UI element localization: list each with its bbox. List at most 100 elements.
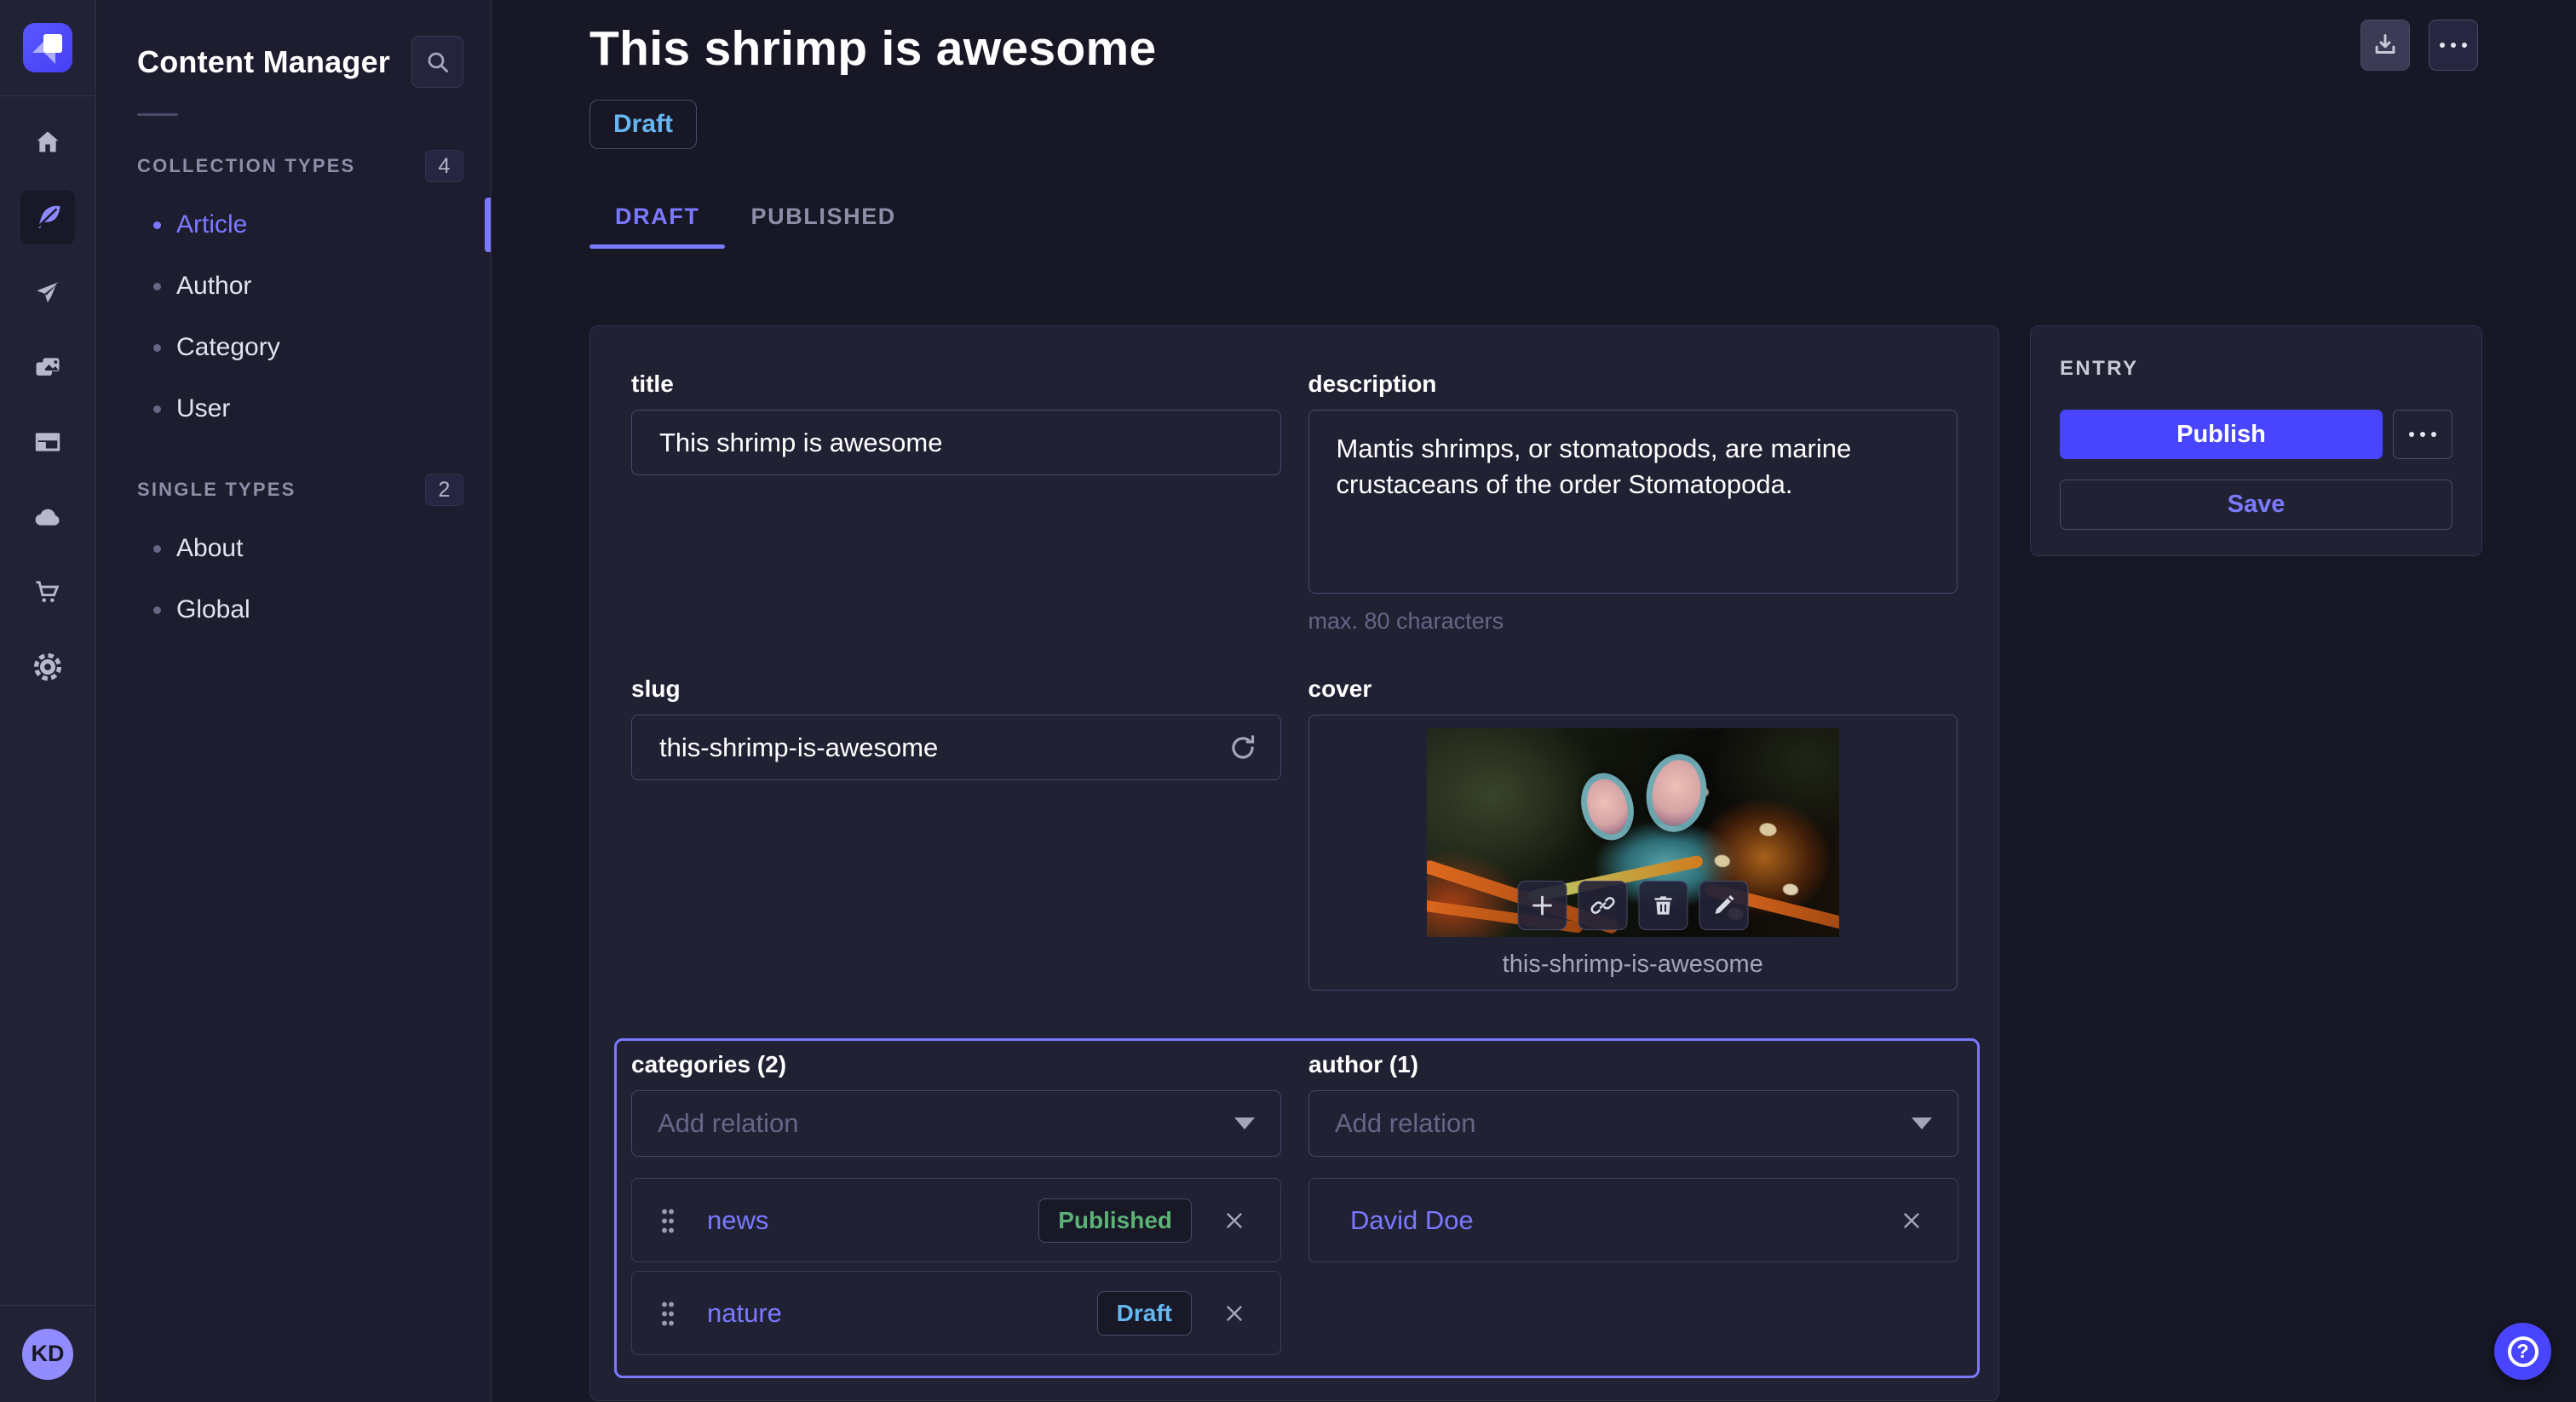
relation-item-nature: nature Draft bbox=[631, 1271, 1281, 1355]
sidebar-item-category[interactable]: Category bbox=[97, 317, 491, 378]
images-icon bbox=[33, 353, 62, 382]
sidebar-item-label: Global bbox=[176, 595, 250, 624]
categories-label: categories (2) bbox=[631, 1051, 1281, 1078]
single-types-count: 2 bbox=[425, 474, 463, 506]
nav-content-type-builder[interactable] bbox=[20, 415, 75, 469]
field-cover: cover bbox=[1308, 675, 1958, 991]
copy-link-button[interactable] bbox=[1578, 881, 1627, 930]
sidebar-item-label: Category bbox=[176, 333, 280, 362]
layout-icon bbox=[33, 428, 62, 457]
bullet-icon bbox=[153, 545, 161, 553]
nav-media-library[interactable] bbox=[20, 340, 75, 394]
avatar[interactable]: KD bbox=[22, 1329, 73, 1380]
search-button[interactable] bbox=[411, 36, 463, 88]
slug-input[interactable] bbox=[631, 715, 1281, 780]
cloud-icon bbox=[32, 502, 63, 532]
description-textarea[interactable]: Mantis shrimps, or stomatopods, are mari… bbox=[1308, 410, 1958, 594]
author-label: author (1) bbox=[1308, 1051, 1958, 1078]
title-input[interactable] bbox=[631, 410, 1281, 475]
author-relation-select[interactable]: Add relation bbox=[1308, 1090, 1958, 1157]
cover-image bbox=[1427, 728, 1839, 937]
section-single-types: SINGLE TYPES bbox=[137, 479, 296, 501]
tab-published[interactable]: PUBLISHED bbox=[725, 204, 921, 249]
add-icon bbox=[1529, 893, 1555, 918]
field-categories: categories (2) Add relation news Publish… bbox=[631, 1051, 1281, 1355]
add-media-button[interactable] bbox=[1517, 881, 1567, 930]
nav-cloud[interactable] bbox=[20, 490, 75, 544]
nav-home[interactable] bbox=[20, 115, 75, 170]
nav-marketplace[interactable] bbox=[20, 565, 75, 619]
feather-icon bbox=[32, 202, 63, 233]
sidebar-item-label: About bbox=[176, 534, 243, 563]
version-tabs: DRAFT PUBLISHED bbox=[589, 204, 2576, 249]
sidebar-item-author[interactable]: Author bbox=[97, 256, 491, 317]
home-icon bbox=[33, 128, 62, 157]
remove-relation-button[interactable] bbox=[1217, 1204, 1251, 1238]
edit-media-button[interactable] bbox=[1699, 881, 1748, 930]
chevron-down-icon bbox=[1234, 1118, 1255, 1129]
strapi-logo[interactable] bbox=[23, 23, 72, 72]
drag-handle-icon[interactable] bbox=[661, 1207, 675, 1234]
relations-highlight-group: categories (2) Add relation news Publish… bbox=[614, 1038, 1980, 1378]
sidebar-item-label: Author bbox=[176, 272, 251, 301]
tab-draft[interactable]: DRAFT bbox=[589, 204, 725, 249]
sidebar-divider bbox=[137, 113, 178, 116]
entry-panel: ENTRY Publish Save bbox=[2030, 325, 2482, 556]
question-glyph: ? bbox=[2516, 1342, 2528, 1361]
download-button[interactable] bbox=[2360, 20, 2410, 71]
relation-status-badge: Published bbox=[1038, 1198, 1192, 1243]
field-slug: slug bbox=[631, 675, 1281, 991]
more-options-button[interactable] bbox=[2429, 20, 2478, 71]
edit-form-panel: title description Mantis shrimps, or sto… bbox=[589, 325, 1999, 1401]
sidebar-item-global[interactable]: Global bbox=[97, 579, 491, 641]
description-hint: max. 80 characters bbox=[1308, 608, 1958, 635]
sidebar-item-article[interactable]: Article bbox=[97, 194, 491, 256]
relation-link[interactable]: David Doe bbox=[1350, 1205, 1895, 1236]
relation-item-news: news Published bbox=[631, 1178, 1281, 1262]
entry-more-button[interactable] bbox=[2393, 410, 2452, 459]
cover-field-box: this-shrimp-is-awesome bbox=[1308, 715, 1958, 991]
relation-status-badge: Draft bbox=[1097, 1291, 1192, 1336]
save-button[interactable]: Save bbox=[2060, 480, 2452, 530]
sidebar-item-label: Article bbox=[176, 210, 247, 239]
sidebar-item-label: User bbox=[176, 394, 230, 423]
delete-media-button[interactable] bbox=[1638, 881, 1688, 930]
slug-label: slug bbox=[631, 675, 1281, 703]
bullet-icon bbox=[153, 405, 161, 413]
cover-filename: this-shrimp-is-awesome bbox=[1503, 951, 1763, 979]
sidebar-item-user[interactable]: User bbox=[97, 378, 491, 440]
select-placeholder: Add relation bbox=[1335, 1108, 1475, 1139]
nav-releases[interactable] bbox=[20, 265, 75, 319]
page-title: This shrimp is awesome bbox=[589, 20, 2576, 77]
nav-content-manager[interactable] bbox=[20, 190, 75, 244]
field-title: title bbox=[631, 371, 1281, 635]
relation-item-david-doe: David Doe bbox=[1308, 1178, 1958, 1262]
field-author: author (1) Add relation David Doe bbox=[1308, 1051, 1958, 1355]
regenerate-icon[interactable] bbox=[1225, 730, 1261, 766]
nav-settings[interactable] bbox=[20, 640, 75, 694]
sidebar-title: Content Manager bbox=[137, 44, 390, 80]
sidebar-item-about[interactable]: About bbox=[97, 518, 491, 579]
download-icon bbox=[2371, 31, 2400, 60]
remove-relation-button[interactable] bbox=[1895, 1204, 1929, 1238]
main-nav-rail: KD bbox=[0, 0, 96, 1402]
active-indicator bbox=[485, 198, 491, 252]
bullet-icon bbox=[153, 283, 161, 290]
categories-relation-select[interactable]: Add relation bbox=[631, 1090, 1281, 1157]
relation-link[interactable]: news bbox=[707, 1205, 1038, 1236]
publish-button[interactable]: Publish bbox=[2060, 410, 2383, 459]
paper-plane-icon bbox=[33, 278, 62, 307]
bullet-icon bbox=[153, 221, 161, 229]
cover-label: cover bbox=[1308, 675, 1958, 703]
cart-icon bbox=[33, 577, 62, 606]
chevron-down-icon bbox=[1912, 1118, 1932, 1129]
rail-nav bbox=[20, 96, 75, 1305]
help-button[interactable]: ? bbox=[2494, 1323, 2551, 1380]
relation-link[interactable]: nature bbox=[707, 1298, 1097, 1329]
field-description: description Mantis shrimps, or stomatopo… bbox=[1308, 371, 1958, 635]
drag-handle-icon[interactable] bbox=[661, 1300, 675, 1327]
select-placeholder: Add relation bbox=[658, 1108, 798, 1139]
status-badge: Draft bbox=[589, 100, 697, 149]
link-icon bbox=[1590, 893, 1615, 918]
remove-relation-button[interactable] bbox=[1217, 1296, 1251, 1330]
